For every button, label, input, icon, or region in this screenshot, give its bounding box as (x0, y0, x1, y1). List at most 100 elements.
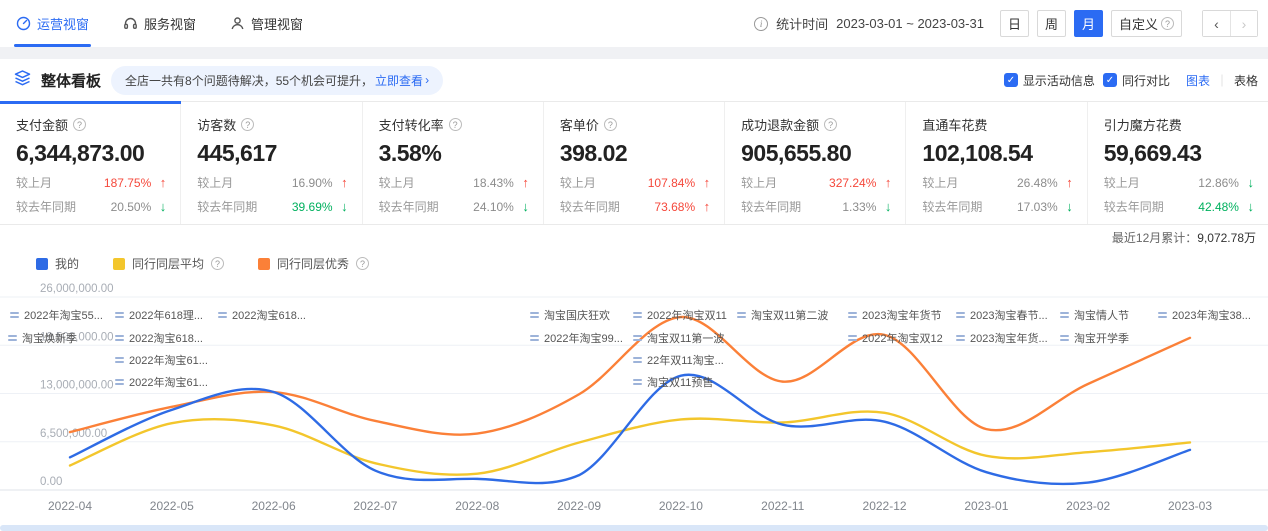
activity-annotation: 2022年淘宝双11 (633, 307, 727, 323)
arrow-down-icon: ↓ (151, 199, 166, 214)
activity-annotation: 淘宝双11预售 (633, 374, 713, 390)
kpi-card-value: 398.02 (560, 140, 710, 167)
arrow-down-icon: ↓ (1239, 199, 1254, 214)
activity-annotation: 淘宝国庆狂欢 (530, 307, 610, 323)
arrow-up-icon: ↑ (695, 199, 710, 214)
mom-comparison: 较上月16.90%↑ (197, 174, 347, 191)
annotation-text: 淘宝双11第一波 (647, 330, 724, 346)
kpi-title-text: 引力魔方花费 (1104, 115, 1182, 134)
summary-row: 最近12月累计： 9,072.78万 (0, 225, 1268, 249)
annotation-text: 2023淘宝年货节 (862, 307, 941, 323)
view-now-link[interactable]: 立即查看 (375, 72, 423, 89)
nav-tab-person[interactable]: 管理视窗 (228, 0, 305, 47)
legend-item[interactable]: 同行同层平均? (113, 255, 224, 272)
section-bar: 整体看板 全店一共有8个问题待解决，55个机会可提升， 立即查看 › ✓显示活动… (0, 59, 1268, 101)
activity-annotation: 2022淘宝618... (218, 307, 306, 323)
kpi-card[interactable]: 支付转化率?3.58%较上月18.43%↑较去年同期24.10%↓ (363, 102, 544, 224)
yoy-comparison: 较去年同期1.33%↓ (741, 198, 891, 215)
next-period-button[interactable]: › (1230, 11, 1257, 36)
x-axis-tick-label: 2023-03 (1168, 499, 1212, 513)
divider-band (0, 47, 1268, 59)
trend-chart: 0.006,500,000.0013,000,000.0019,500,000.… (0, 278, 1268, 531)
arrow-up-icon: ↑ (876, 175, 891, 190)
activity-annotation: 淘宝焕新季 (8, 330, 77, 346)
x-axis-tick-label: 2022-04 (48, 499, 92, 513)
kpi-card-value: 445,617 (197, 140, 347, 167)
activity-annotation: 淘宝开学季 (1060, 330, 1129, 346)
comparison-value: 39.69% (292, 200, 333, 214)
link-arrow-icon[interactable]: › (425, 73, 429, 87)
gauge-icon (16, 16, 31, 31)
comparison-label: 较上月 (922, 174, 1017, 191)
layers-icon (14, 70, 31, 91)
mom-comparison: 较上月327.24%↑ (741, 174, 891, 191)
annotation-marker-icon (956, 312, 965, 319)
annotation-text: 淘宝焕新季 (22, 330, 77, 346)
chart-view-button[interactable]: 图表 (1186, 72, 1210, 89)
person-icon (230, 16, 245, 31)
kpi-card-title: 引力魔方花费 (1104, 115, 1254, 134)
chart-toggles: ✓显示活动信息✓同行对比 (996, 72, 1170, 89)
annotation-text: 2023淘宝年货... (970, 330, 1048, 346)
annotation-text: 淘宝双11第二波 (751, 307, 828, 323)
annotation-text: 2022淘宝618... (129, 330, 203, 346)
kpi-card[interactable]: 引力魔方花费59,669.43较上月12.86%↓较去年同期42.48%↓ (1088, 102, 1268, 224)
toggle-同行对比: ✓同行对比 (1103, 72, 1170, 89)
kpi-title-text: 客单价 (560, 115, 599, 134)
activity-annotation: 2022年淘宝61... (115, 352, 208, 368)
info-icon: i (754, 17, 768, 31)
arrow-down-icon: ↓ (876, 199, 891, 214)
annotation-marker-icon (115, 379, 124, 386)
period-button-月[interactable]: 月 (1074, 10, 1103, 37)
x-axis-tick-label: 2022-07 (353, 499, 397, 513)
x-axis-tick-label: 2022-10 (659, 499, 703, 513)
period-button-周[interactable]: 周 (1037, 10, 1066, 37)
annotation-marker-icon (218, 312, 227, 319)
annotation-marker-icon (1060, 312, 1069, 319)
help-icon: ? (211, 257, 224, 270)
annotation-text: 2022年淘宝55... (24, 307, 103, 323)
comparison-label: 较去年同期 (379, 198, 474, 215)
nav-tab-headset[interactable]: 服务视窗 (121, 0, 198, 47)
yoy-comparison: 较去年同期73.68%↑ (560, 198, 710, 215)
comparison-label: 较去年同期 (1104, 198, 1199, 215)
activity-annotation: 2022淘宝618... (115, 330, 203, 346)
headset-icon (123, 16, 138, 31)
summary-value: 9,072.78万 (1197, 229, 1256, 246)
kpi-card[interactable]: 访客数?445,617较上月16.90%↑较去年同期39.69%↓ (181, 102, 362, 224)
checkbox-checked-icon[interactable]: ✓ (1103, 73, 1117, 87)
kpi-card[interactable]: 成功退款金额?905,655.80较上月327.24%↑较去年同期1.33%↓ (725, 102, 906, 224)
prev-period-button[interactable]: ‹ (1203, 11, 1230, 36)
nav-tab-gauge[interactable]: 运营视窗 (14, 0, 91, 47)
kpi-title-text: 支付转化率 (379, 115, 444, 134)
comparison-value: 17.03% (1017, 200, 1058, 214)
date-controls: i 统计时间 2023-03-01 ~ 2023-03-31 日周月自定义? ‹… (754, 10, 1258, 37)
legend-item[interactable]: 同行同层优秀? (258, 255, 369, 272)
kpi-card[interactable]: 支付金额?6,344,873.00较上月187.75%↑较去年同期20.50%↓ (0, 102, 181, 224)
kpi-card[interactable]: 客单价?398.02较上月107.84%↑较去年同期73.68%↑ (544, 102, 725, 224)
arrow-up-icon: ↑ (514, 175, 529, 190)
yoy-comparison: 较去年同期24.10%↓ (379, 198, 529, 215)
comparison-label: 较上月 (560, 174, 648, 191)
table-view-button[interactable]: 表格 (1234, 72, 1258, 89)
legend-swatch (113, 258, 125, 270)
nav-tab-label: 管理视窗 (251, 14, 303, 33)
top-nav-bar: 运营视窗服务视窗 管理视窗 i 统计时间 2023-03-01 ~ 2023-03… (0, 0, 1268, 47)
period-button-自定义[interactable]: 自定义? (1111, 10, 1182, 37)
annotation-marker-icon (848, 335, 857, 342)
y-axis-tick-label: 6,500,000.00 (40, 428, 107, 440)
stat-time-range: 2023-03-01 ~ 2023-03-31 (836, 16, 984, 31)
help-icon: ? (1161, 17, 1174, 30)
annotation-marker-icon (633, 357, 642, 364)
chart-scrollbar[interactable] (0, 525, 1268, 531)
checkbox-checked-icon[interactable]: ✓ (1004, 73, 1018, 87)
annotation-text: 2022淘宝618... (232, 307, 306, 323)
x-axis-tick-label: 2023-01 (964, 499, 1008, 513)
annotation-marker-icon (530, 335, 539, 342)
kpi-card[interactable]: 直通车花费102,108.54较上月26.48%↑较去年同期17.03%↓ (906, 102, 1087, 224)
annotation-text: 2022年淘宝双11 (647, 307, 727, 323)
mom-comparison: 较上月26.48%↑ (922, 174, 1072, 191)
annotation-marker-icon (1060, 335, 1069, 342)
period-button-日[interactable]: 日 (1000, 10, 1029, 37)
legend-item[interactable]: 我的 (36, 255, 79, 272)
